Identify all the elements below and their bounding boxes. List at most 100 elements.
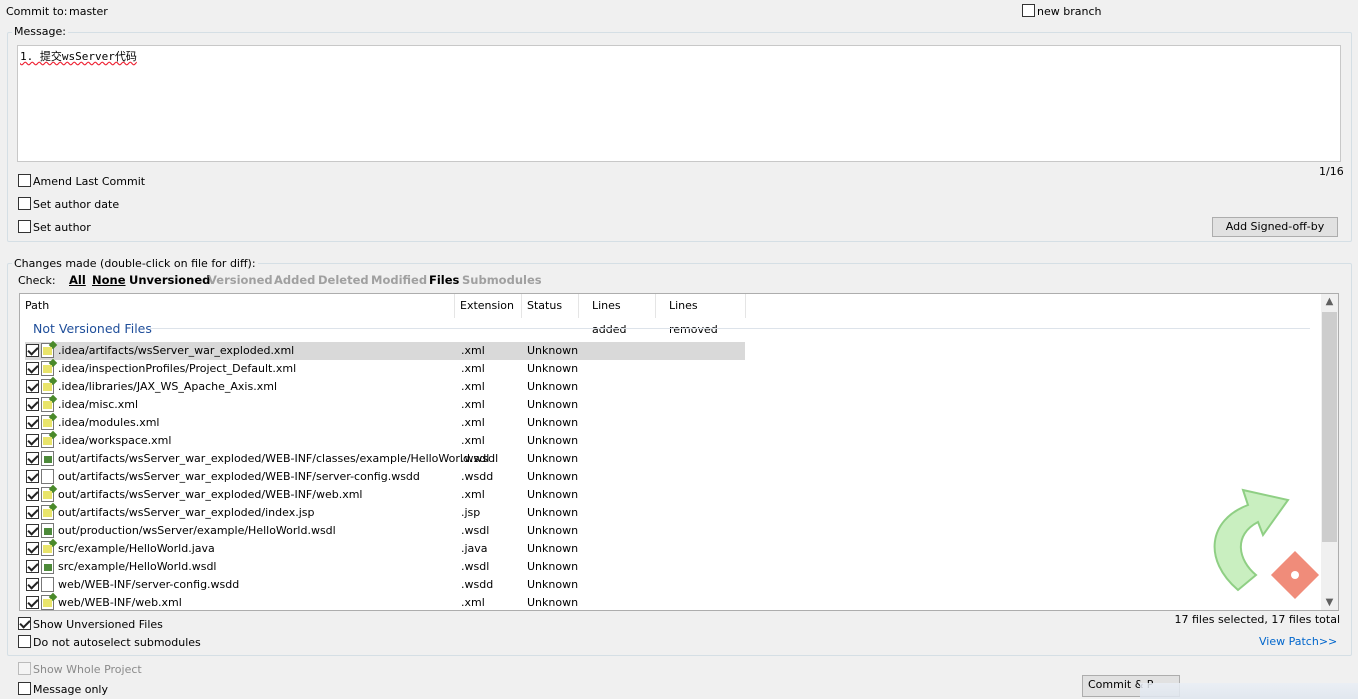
file-checkbox[interactable] <box>26 524 39 537</box>
file-checkbox[interactable] <box>26 470 39 483</box>
file-path: src/example/HelloWorld.java <box>58 542 215 555</box>
file-status: Unknown <box>527 434 579 447</box>
file-status: Unknown <box>527 452 579 465</box>
file-checkbox[interactable] <box>26 506 39 519</box>
filter-none[interactable]: None <box>92 273 126 287</box>
column-header-lines-removed[interactable]: Lines removed <box>656 294 746 336</box>
amend-checkbox[interactable] <box>18 174 31 187</box>
file-row[interactable]: src/example/HelloWorld.wsdl .wsdl Unknown <box>25 558 745 576</box>
scroll-down-arrow-icon[interactable]: ▼ <box>1321 597 1338 608</box>
blank-file-icon <box>41 469 54 484</box>
section-divider <box>150 328 1310 329</box>
file-checkbox[interactable] <box>26 542 39 555</box>
xml-file-icon <box>41 433 54 448</box>
file-list[interactable]: Path Extension Status Lines added Lines … <box>19 293 1339 611</box>
author-date-label: Set author date <box>33 198 120 211</box>
filter-all[interactable]: All <box>69 273 86 287</box>
file-row[interactable]: .idea/misc.xml .xml Unknown <box>25 396 745 414</box>
xml-file-icon <box>41 397 54 412</box>
view-patch-link[interactable]: View Patch>> <box>1259 635 1337 648</box>
file-status: Unknown <box>527 488 579 501</box>
scroll-up-arrow-icon[interactable]: ▲ <box>1321 296 1338 307</box>
xml-file-icon <box>41 415 54 430</box>
file-extension: .java <box>461 542 488 555</box>
set-author-label: Set author <box>33 221 91 234</box>
file-extension: .wsdl <box>461 560 490 573</box>
file-row[interactable]: web/WEB-INF/server-config.wsdd .wsdd Unkno… <box>25 576 745 594</box>
commit-message-textarea[interactable]: 1. 提交wsServer代码 <box>17 45 1341 162</box>
column-header-lines-added[interactable]: Lines added <box>579 294 656 336</box>
scrollbar-thumb[interactable] <box>1322 312 1337 542</box>
file-row[interactable]: src/example/HelloWorld.java .java Unknown <box>25 540 745 558</box>
commit-to-label: Commit to: <box>6 5 68 18</box>
file-row[interactable]: out/artifacts/wsServer_war_exploded/WEB-… <box>25 486 745 504</box>
file-row[interactable]: web/WEB-INF/web.xml .xml Unknown <box>25 594 745 610</box>
file-checkbox[interactable] <box>26 380 39 393</box>
author-date-checkbox[interactable] <box>18 197 31 210</box>
file-status: Unknown <box>527 596 579 609</box>
set-author-checkbox[interactable] <box>18 220 31 233</box>
file-row[interactable]: .idea/workspace.xml .xml Unknown <box>25 432 745 450</box>
file-extension: .jsp <box>461 506 481 519</box>
file-status: Unknown <box>527 542 579 555</box>
file-row[interactable]: out/artifacts/wsServer_war_exploded/WEB-… <box>25 468 745 486</box>
file-extension: .xml <box>461 380 485 393</box>
show-unversioned-checkbox[interactable] <box>18 617 31 630</box>
file-status: Unknown <box>527 524 579 537</box>
file-row[interactable]: out/artifacts/wsServer_war_exploded/WEB-… <box>25 450 745 468</box>
file-checkbox[interactable] <box>26 488 39 501</box>
file-checkbox[interactable] <box>26 434 39 447</box>
file-extension: .wsdd <box>461 578 494 591</box>
file-row[interactable]: .idea/inspectionProfiles/Project_Default… <box>25 360 745 378</box>
section-title-not-versioned: Not Versioned Files <box>33 321 152 336</box>
file-checkbox[interactable] <box>26 398 39 411</box>
commit-message-text: 1. 提交wsServer代码 <box>20 50 137 63</box>
file-checkbox[interactable] <box>26 596 39 609</box>
no-autoselect-checkbox[interactable] <box>18 635 31 648</box>
file-path: out/production/wsServer/example/HelloWor… <box>58 524 336 537</box>
file-path: .idea/modules.xml <box>58 416 160 429</box>
file-status: Unknown <box>527 380 579 393</box>
file-status: Unknown <box>527 578 579 591</box>
tortoisegit-logo-icon <box>1213 488 1320 600</box>
file-checkbox[interactable] <box>26 578 39 591</box>
file-checkbox[interactable] <box>26 452 39 465</box>
file-checkbox[interactable] <box>26 416 39 429</box>
file-checkbox[interactable] <box>26 344 39 357</box>
file-row[interactable]: .idea/libraries/JAX_WS_Apache_Axis.xml .x… <box>25 378 745 396</box>
file-path: .idea/inspectionProfiles/Project_Default… <box>58 362 297 375</box>
column-header-status[interactable]: Status <box>522 294 579 318</box>
add-signed-off-button[interactable]: Add Signed-off-by <box>1212 217 1338 237</box>
file-checkbox[interactable] <box>26 362 39 375</box>
file-path: web/WEB-INF/server-config.wsdd <box>58 578 240 591</box>
column-header-path[interactable]: Path <box>20 294 455 318</box>
file-path: .idea/misc.xml <box>58 398 139 411</box>
ime-toolbar <box>1140 683 1358 699</box>
file-path: src/example/HelloWorld.wsdl <box>58 560 217 573</box>
wsdl-file-icon <box>41 523 54 538</box>
file-row[interactable]: out/artifacts/wsServer_war_exploded/inde… <box>25 504 745 522</box>
xml-file-icon <box>41 379 54 394</box>
file-path: .idea/libraries/JAX_WS_Apache_Axis.xml <box>58 380 277 393</box>
show-whole-project-label: Show Whole Project <box>33 663 142 676</box>
filter-files[interactable]: Files <box>429 273 459 287</box>
new-branch-checkbox[interactable] <box>1022 4 1035 17</box>
xml-file-icon <box>41 505 54 520</box>
show-whole-project-checkbox <box>18 662 31 675</box>
file-extension: .wsdd <box>461 470 494 483</box>
filter-unversioned[interactable]: Unversioned <box>129 273 210 287</box>
file-row[interactable]: out/production/wsServer/example/HelloWor… <box>25 522 745 540</box>
file-path: out/artifacts/wsServer_war_exploded/WEB-… <box>58 488 363 501</box>
file-path: out/artifacts/wsServer_war_exploded/WEB-… <box>58 470 420 483</box>
column-header-extension[interactable]: Extension <box>455 294 522 318</box>
file-row[interactable]: .idea/modules.xml .xml Unknown <box>25 414 745 432</box>
filter-added: Added <box>274 273 316 287</box>
vertical-scrollbar[interactable]: ▲ ▼ <box>1321 294 1338 610</box>
file-path: .idea/workspace.xml <box>58 434 172 447</box>
file-checkbox[interactable] <box>26 560 39 573</box>
no-autoselect-label: Do not autoselect submodules <box>33 636 201 649</box>
file-status: Unknown <box>527 560 579 573</box>
message-only-checkbox[interactable] <box>18 682 31 695</box>
message-group-label: Message: <box>12 25 68 38</box>
file-row[interactable]: .idea/artifacts/wsServer_war_exploded.xm… <box>25 342 745 360</box>
